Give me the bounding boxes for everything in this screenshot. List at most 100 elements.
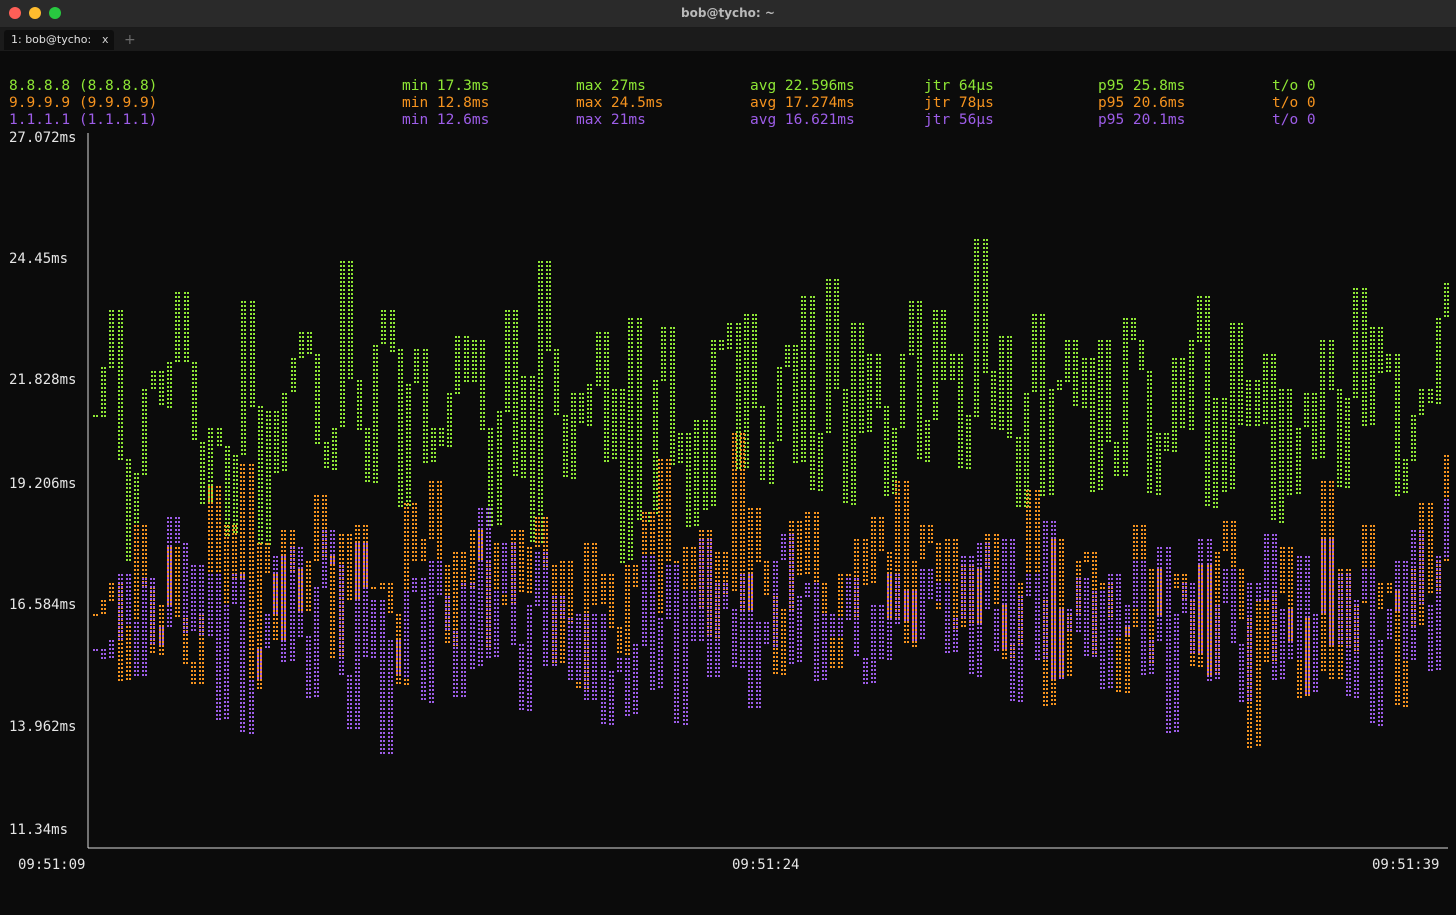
data-point [554,357,556,359]
data-point [607,456,609,458]
data-point [846,405,848,407]
data-point [920,453,922,455]
data-point [596,352,598,354]
data-point [348,265,350,267]
data-point [516,438,518,440]
data-point [488,492,490,494]
data-point [843,497,845,499]
data-point [974,271,976,273]
data-point [269,535,271,537]
data-point [426,413,428,415]
data-point [233,463,235,465]
data-point [258,510,260,512]
data-point [917,309,919,311]
data-point [892,428,894,430]
data-point [294,370,296,372]
data-point [631,466,633,468]
data-point [920,357,922,359]
data-point [516,366,518,368]
data-point [563,451,565,453]
data-point [211,492,213,494]
data-point [829,331,831,333]
data-point [566,431,568,433]
data-point [530,460,532,462]
data-point [483,392,485,394]
data-point [557,365,559,367]
data-point [384,334,386,336]
data-point [409,472,411,474]
data-point [409,440,411,442]
data-point [244,393,246,395]
data-point [398,369,400,371]
data-point [851,487,853,489]
data-point [977,291,979,293]
data-point [846,417,848,419]
data-point [739,335,741,337]
data-point [557,409,559,411]
data-point [793,385,795,387]
data-point [566,455,568,457]
data-point [571,465,573,467]
data-point [961,382,963,384]
data-point [546,329,548,331]
data-point [895,428,897,430]
data-point [112,362,114,364]
data-point [483,396,485,398]
data-point [739,407,741,409]
data-point [497,495,499,497]
data-point [121,366,123,368]
data-point [697,504,699,506]
data-point [159,399,161,401]
data-point [917,357,919,359]
data-point [530,388,532,390]
data-point [752,366,754,368]
data-point [187,336,189,338]
data-point [566,475,568,477]
data-point [225,446,227,448]
data-point [854,447,856,449]
data-point [549,297,551,299]
data-point [398,425,400,427]
data-point [656,436,658,438]
data-point [941,322,943,324]
data-point [538,413,540,415]
data-point [521,380,523,382]
data-point [398,485,400,487]
data-point [513,362,515,364]
data-point [936,402,938,404]
data-point [318,430,320,432]
data-point [500,483,502,485]
data-point [703,472,705,474]
data-point [686,517,688,519]
data-point [455,360,457,362]
data-point [516,310,518,312]
data-point [711,452,713,454]
data-point [936,354,938,356]
data-point [516,442,518,444]
data-point [826,403,828,405]
data-point [867,410,869,412]
data-point [933,410,935,412]
data-point [285,421,287,423]
data-point [401,353,403,355]
data-point [876,406,878,408]
data-point [516,474,518,476]
data-point [763,410,765,412]
data-point [401,429,403,431]
data-point [694,452,696,454]
data-point [917,349,919,351]
data-point [225,510,227,512]
data-point [406,480,408,482]
data-point [941,330,943,332]
data-point [538,437,540,439]
data-point [315,382,317,384]
data-point [571,409,573,411]
data-point [104,399,106,401]
data-point [488,444,490,446]
data-point [541,397,543,399]
data-point [837,327,839,329]
data-point [217,432,219,434]
data-point [566,435,568,437]
data-point [241,341,243,343]
data-point [961,414,963,416]
